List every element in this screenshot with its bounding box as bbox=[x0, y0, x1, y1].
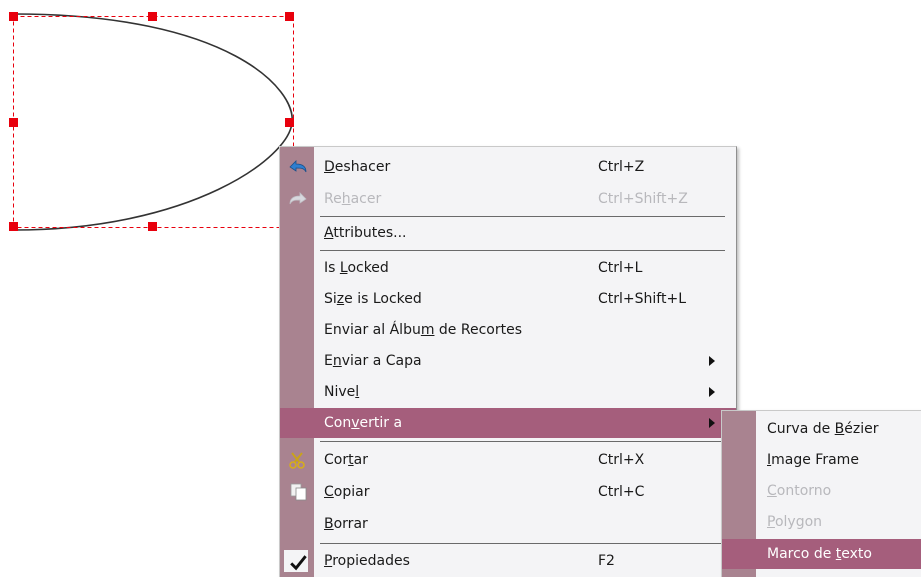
menu-separator bbox=[320, 250, 725, 251]
menu-separator bbox=[320, 216, 725, 217]
menu-item-enviar-capa[interactable]: Enviar a Capa bbox=[280, 346, 736, 376]
submenu-arrow-icon bbox=[709, 418, 715, 428]
resize-handle-nw[interactable] bbox=[9, 12, 18, 21]
menu-item-label: Cortar bbox=[324, 452, 368, 468]
menu-item-label: Attributes... bbox=[324, 225, 407, 241]
menu-item-borrar[interactable]: Borrar bbox=[280, 509, 736, 539]
submenu-item-marco-de-texto[interactable]: Marco de texto bbox=[722, 539, 921, 569]
shortcut-text: Ctrl+Shift+Z bbox=[598, 191, 688, 207]
submenu-item-label: Marco de texto bbox=[767, 546, 872, 562]
menu-item-label: Size is Locked bbox=[324, 291, 422, 307]
resize-handle-s[interactable] bbox=[148, 222, 157, 231]
shortcut-text: Ctrl+Z bbox=[598, 159, 645, 175]
resize-handle-w[interactable] bbox=[9, 118, 18, 127]
submenu-item-curva-bezier[interactable]: Curva de Bézier bbox=[722, 414, 921, 444]
menu-item-cortar[interactable]: Cortar Ctrl+X bbox=[280, 445, 736, 475]
submenu-arrow-icon bbox=[709, 387, 715, 397]
copy-icon bbox=[290, 483, 307, 501]
shortcut-text: Ctrl+X bbox=[598, 452, 645, 468]
menu-item-label: Borrar bbox=[324, 516, 368, 532]
submenu-item-label: Polygon bbox=[767, 514, 823, 530]
menu-item-label: Enviar al Álbum de Recortes bbox=[324, 322, 522, 338]
submenu-item-label: Image Frame bbox=[767, 452, 859, 468]
checkmark-icon bbox=[284, 550, 308, 572]
selection-frame bbox=[13, 16, 294, 228]
menu-separator bbox=[320, 441, 725, 442]
menu-item-copiar[interactable]: Copiar Ctrl+C bbox=[280, 477, 736, 507]
menu-item-deshacer[interactable]: Deshacer Ctrl+Z bbox=[280, 152, 736, 182]
menu-item-rehacer[interactable]: Rehacer Ctrl+Shift+Z bbox=[280, 184, 736, 214]
submenu-item-polygon[interactable]: Polygon bbox=[722, 507, 921, 537]
shortcut-text: Ctrl+L bbox=[598, 260, 643, 276]
context-menu: Deshacer Ctrl+Z Rehacer Ctrl+Shift+Z Att… bbox=[279, 146, 737, 577]
redo-icon bbox=[289, 192, 307, 205]
canvas-shape[interactable] bbox=[0, 0, 310, 240]
submenu-arrow-icon bbox=[709, 356, 715, 366]
submenu-item-contorno[interactable]: Contorno bbox=[722, 476, 921, 506]
menu-item-convertir-a[interactable]: Convertir a bbox=[280, 408, 736, 438]
menu-item-attributes[interactable]: Attributes... bbox=[280, 218, 736, 248]
menu-item-label: Deshacer bbox=[324, 159, 391, 175]
resize-handle-n[interactable] bbox=[148, 12, 157, 21]
menu-item-label: Copiar bbox=[324, 484, 370, 500]
menu-item-size-is-locked[interactable]: Size is Locked Ctrl+Shift+L bbox=[280, 284, 736, 314]
submenu-item-image-frame[interactable]: Image Frame bbox=[722, 445, 921, 475]
menu-separator bbox=[320, 543, 725, 544]
shortcut-text: Ctrl+C bbox=[598, 484, 645, 500]
menu-item-nivel[interactable]: Nivel bbox=[280, 377, 736, 407]
undo-icon bbox=[289, 160, 307, 173]
menu-item-label: Nivel bbox=[324, 384, 360, 400]
menu-item-enviar-album[interactable]: Enviar al Álbum de Recortes bbox=[280, 315, 736, 345]
scissors-icon bbox=[289, 452, 305, 469]
menu-item-label: Enviar a Capa bbox=[324, 353, 422, 369]
submenu-item-label: Curva de Bézier bbox=[767, 421, 879, 437]
shape-outline bbox=[13, 13, 293, 231]
convertir-a-submenu: Curva de Bézier Image Frame Contorno Pol… bbox=[721, 410, 921, 577]
shortcut-text: Ctrl+Shift+L bbox=[598, 291, 686, 307]
menu-item-label: Is Locked bbox=[324, 260, 389, 276]
resize-handle-ne[interactable] bbox=[285, 12, 294, 21]
resize-handle-e[interactable] bbox=[285, 118, 294, 127]
menu-item-is-locked[interactable]: Is Locked Ctrl+L bbox=[280, 253, 736, 283]
resize-handle-sw[interactable] bbox=[9, 222, 18, 231]
menu-item-label: Rehacer bbox=[324, 191, 382, 207]
menu-item-label: Convertir a bbox=[324, 415, 403, 431]
submenu-item-label: Contorno bbox=[767, 483, 832, 499]
